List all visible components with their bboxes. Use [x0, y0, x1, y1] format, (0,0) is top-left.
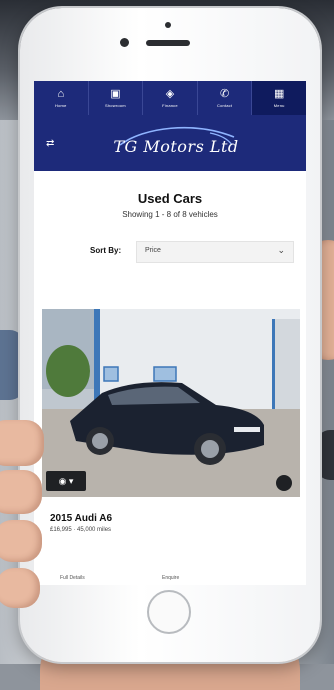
nav-label-home: Home	[55, 103, 67, 108]
nav-label-menu: Menu	[273, 103, 285, 108]
shield-icon: ◈	[165, 88, 175, 100]
nav-item-contact[interactable]: ✆ Contact	[198, 81, 253, 115]
nav-item-home[interactable]: ⌂ Home	[34, 81, 89, 115]
listing-actions: Full Details Enquire	[34, 575, 306, 585]
nav-item-finance[interactable]: ◈ Finance	[143, 81, 198, 115]
hand-finger	[0, 568, 40, 608]
nav-label-showroom: Showroom	[105, 103, 126, 108]
sort-select[interactable]: Price ⌄	[136, 241, 294, 263]
enquire-link[interactable]: Enquire	[162, 575, 179, 581]
results-count: Showing 1 - 8 of 8 vehicles	[122, 210, 218, 219]
speaker-grille	[146, 40, 190, 46]
nav-label-contact: Contact	[216, 103, 233, 108]
listing-title[interactable]: 2015 Audi A6	[50, 513, 112, 524]
nav-label-finance: Finance	[162, 103, 178, 108]
home-button[interactable]	[147, 590, 191, 634]
car-photo-illustration	[42, 309, 300, 497]
full-details-link[interactable]: Full Details	[60, 575, 85, 581]
chevron-down-icon: ⌄	[277, 245, 285, 255]
front-camera	[120, 38, 129, 47]
nav-item-showroom[interactable]: ▣ Showroom	[89, 81, 144, 115]
sort-label: Sort By:	[90, 246, 122, 255]
listing-price: £16,995 · 45,000 miles	[50, 527, 112, 533]
hand-finger	[0, 470, 42, 514]
car-photo[interactable]: ◉ ▾	[42, 309, 300, 497]
nav-item-menu[interactable]: ▦ Menu	[252, 81, 306, 115]
site-logo[interactable]: TG Motors Ltd	[106, 137, 246, 156]
hand-finger	[0, 520, 42, 562]
camera-gallery-button[interactable]: ◉ ▾	[46, 471, 86, 491]
grid-icon: ▦	[273, 88, 285, 100]
image-indicator-icon[interactable]	[276, 475, 292, 491]
lock-icon: ▣	[110, 88, 121, 100]
site-header: ⇄ TG Motors Ltd	[34, 115, 306, 171]
hand-finger	[0, 420, 44, 466]
page-title: Used Cars	[137, 191, 203, 206]
sort-row: Sort By: Price ⌄	[34, 241, 306, 263]
phone-screen: ⌂ Home ▣ Showroom ◈ Finance ✆ Contact ▦ …	[34, 81, 306, 585]
phone: ⌂ Home ▣ Showroom ◈ Finance ✆ Contact ▦ …	[20, 8, 320, 662]
sort-selected-value: Price	[145, 247, 161, 254]
menu-toggle-icon[interactable]: ⇄	[46, 138, 54, 149]
phone-icon: ✆	[219, 88, 230, 100]
top-navigation: ⌂ Home ▣ Showroom ◈ Finance ✆ Contact ▦ …	[34, 81, 306, 115]
sensor-dot	[165, 22, 171, 28]
home-icon: ⌂	[57, 88, 65, 100]
